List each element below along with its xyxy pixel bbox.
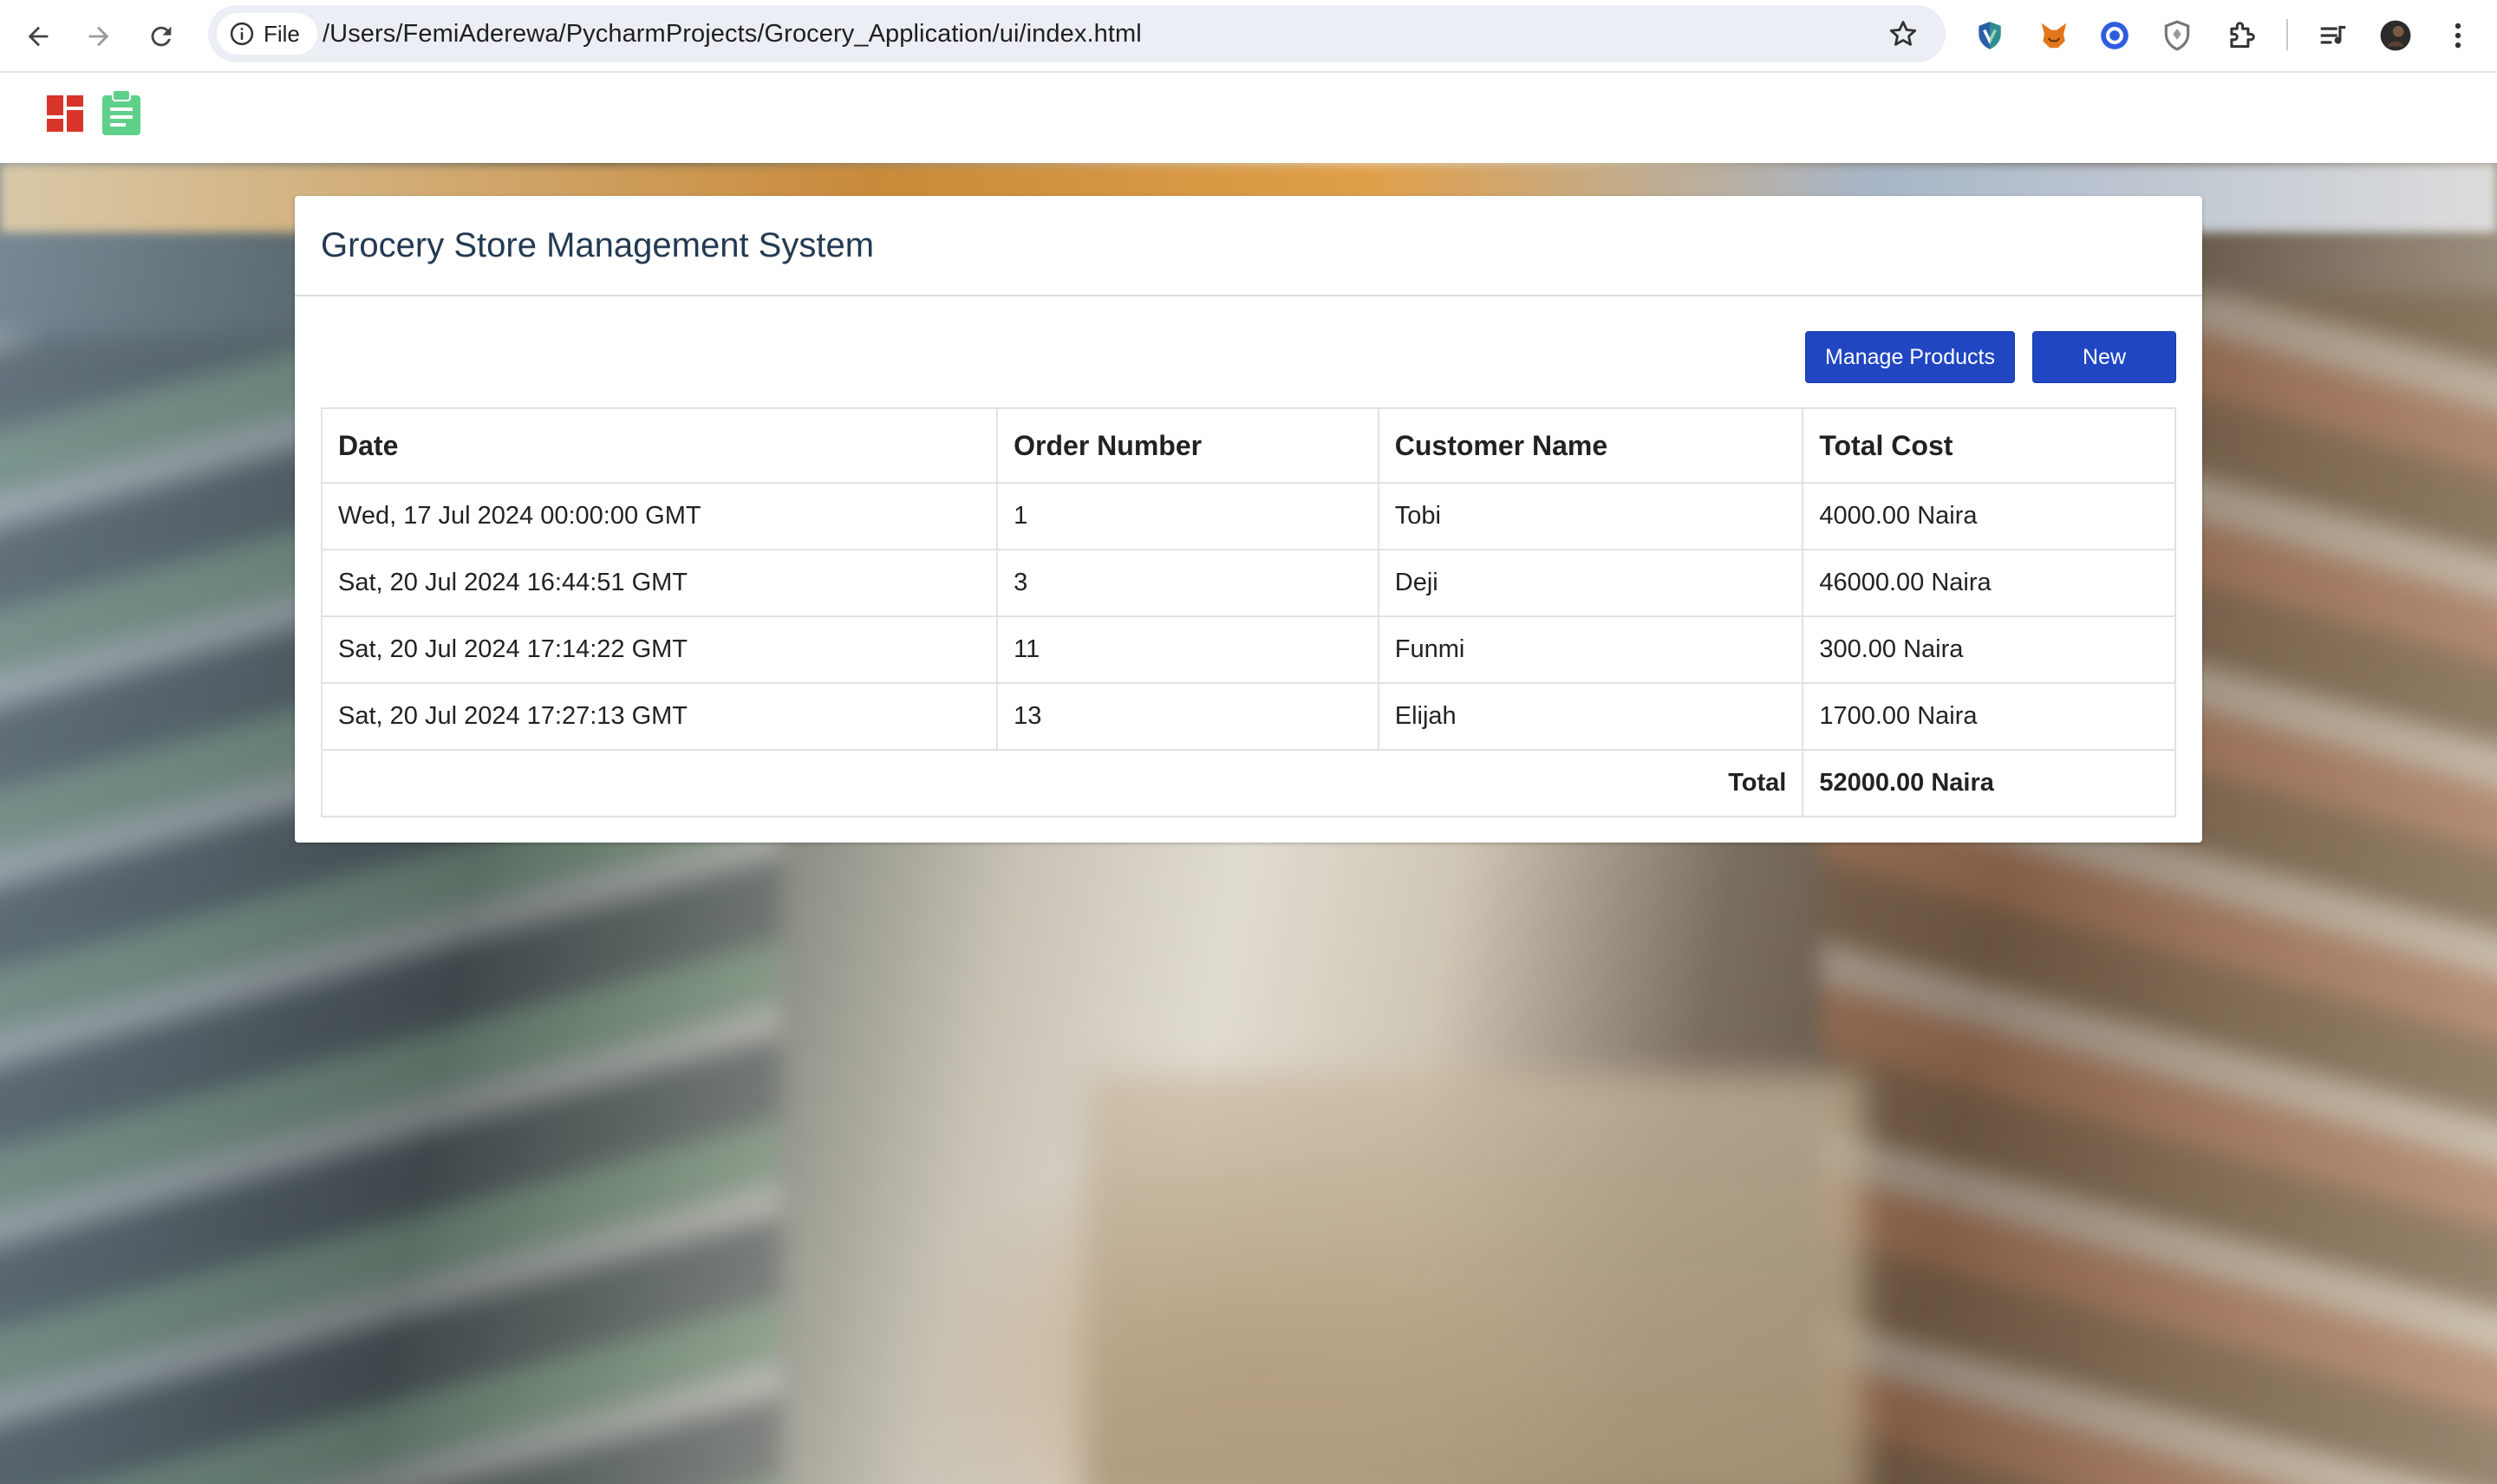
cell-customer-name: Deji (1377, 549, 1804, 617)
cell-date: Sat, 20 Jul 2024 17:27:13 GMT (320, 682, 999, 751)
dashboard-icon[interactable] (47, 95, 83, 132)
kebab-menu-icon (2455, 23, 2461, 49)
profile-button[interactable] (2374, 14, 2417, 57)
cell-order-number: 1 (996, 482, 1379, 550)
url-chip-label: File (264, 20, 300, 47)
reading-list-button[interactable] (2311, 14, 2355, 57)
cell-total-cost: 300.00 Naira (1802, 615, 2176, 684)
star-icon[interactable] (1887, 17, 1920, 50)
extensions-button[interactable] (2220, 14, 2263, 57)
reload-button[interactable] (139, 14, 184, 59)
table-row: Sat, 20 Jul 2024 17:14:22 GMT 11 Funmi 3… (320, 615, 2176, 684)
clipboard-icon[interactable] (102, 90, 140, 135)
orders-panel: Grocery Store Management System Manage P… (295, 196, 2202, 843)
page-title: Grocery Store Management System (321, 225, 875, 264)
extension-fox-wallet[interactable] (2032, 14, 2076, 57)
cell-order-number: 13 (996, 682, 1379, 751)
arrow-left-icon (28, 26, 49, 47)
cell-order-number: 3 (996, 549, 1379, 617)
vpn-v-icon (1979, 22, 2001, 49)
cell-total-cost: 1700.00 Naira (1802, 682, 2176, 751)
extension-circle[interactable] (2093, 14, 2136, 57)
total-value: 52000.00 Naira (1802, 749, 2176, 817)
total-row: Total 52000.00 Naira (320, 749, 2176, 817)
cell-order-number: 11 (996, 615, 1379, 684)
shield-icon (2164, 20, 2190, 51)
cell-customer-name: Elijah (1377, 682, 1804, 751)
circle-o-icon (2101, 22, 2129, 49)
back-button[interactable] (16, 14, 61, 59)
url-text[interactable]: /Users/FemiAderewa/PycharmProjects/Groce… (323, 5, 1142, 62)
new-order-button[interactable]: New Order (2032, 331, 2176, 420)
address-bar[interactable]: File /Users/FemiAderewa/PycharmProjects/… (208, 5, 1946, 62)
fox-wallet-icon (2041, 23, 2067, 49)
table-row: Sat, 20 Jul 2024 17:27:13 GMT 13 Elijah … (320, 682, 2176, 751)
header-customer-name: Customer Name (1377, 407, 1804, 484)
cell-date: Sat, 20 Jul 2024 17:14:22 GMT (320, 615, 999, 684)
puzzle-icon (2230, 22, 2255, 49)
extension-shield[interactable] (2155, 14, 2199, 57)
cell-total-cost: 46000.00 Naira (1802, 549, 2176, 617)
extension-vpn[interactable] (1968, 14, 2011, 57)
table-row: Sat, 20 Jul 2024 16:44:51 GMT 3 Deji 460… (320, 549, 2176, 617)
header-total-cost: Total Cost (1802, 407, 2176, 484)
toolbar-separator (2286, 19, 2288, 50)
browser-toolbar: File /Users/FemiAderewa/PycharmProjects/… (0, 0, 2497, 73)
cell-date: Sat, 20 Jul 2024 16:44:51 GMT (320, 549, 999, 617)
browser-menu-button[interactable] (2436, 14, 2480, 57)
forward-button[interactable] (76, 14, 121, 59)
cell-date: Wed, 17 Jul 2024 00:00:00 GMT (320, 482, 999, 550)
avatar (2380, 20, 2411, 51)
table-row: Wed, 17 Jul 2024 00:00:00 GMT 1 Tobi 400… (320, 482, 2176, 550)
cell-customer-name: Funmi (1377, 615, 1804, 684)
arrow-right-icon (88, 26, 109, 47)
orders-table: Date Order Number Customer Name Total Co… (320, 407, 2176, 817)
cell-total-cost: 4000.00 Naira (1802, 482, 2176, 550)
header-date: Date (320, 407, 999, 484)
panel-header: Grocery Store Management System (295, 196, 2202, 296)
total-label: Total (320, 749, 1804, 817)
app-navbar (0, 75, 2497, 163)
header-order-number: Order Number (996, 407, 1379, 484)
site-info-chip[interactable]: File (217, 13, 317, 55)
info-icon (230, 22, 254, 46)
manage-products-button[interactable]: Manage Products (1805, 331, 2015, 383)
reading-list-icon (2320, 25, 2346, 44)
reload-icon (151, 26, 172, 47)
cell-customer-name: Tobi (1377, 482, 1804, 550)
table-header-row: Date Order Number Customer Name Total Co… (320, 407, 2176, 484)
